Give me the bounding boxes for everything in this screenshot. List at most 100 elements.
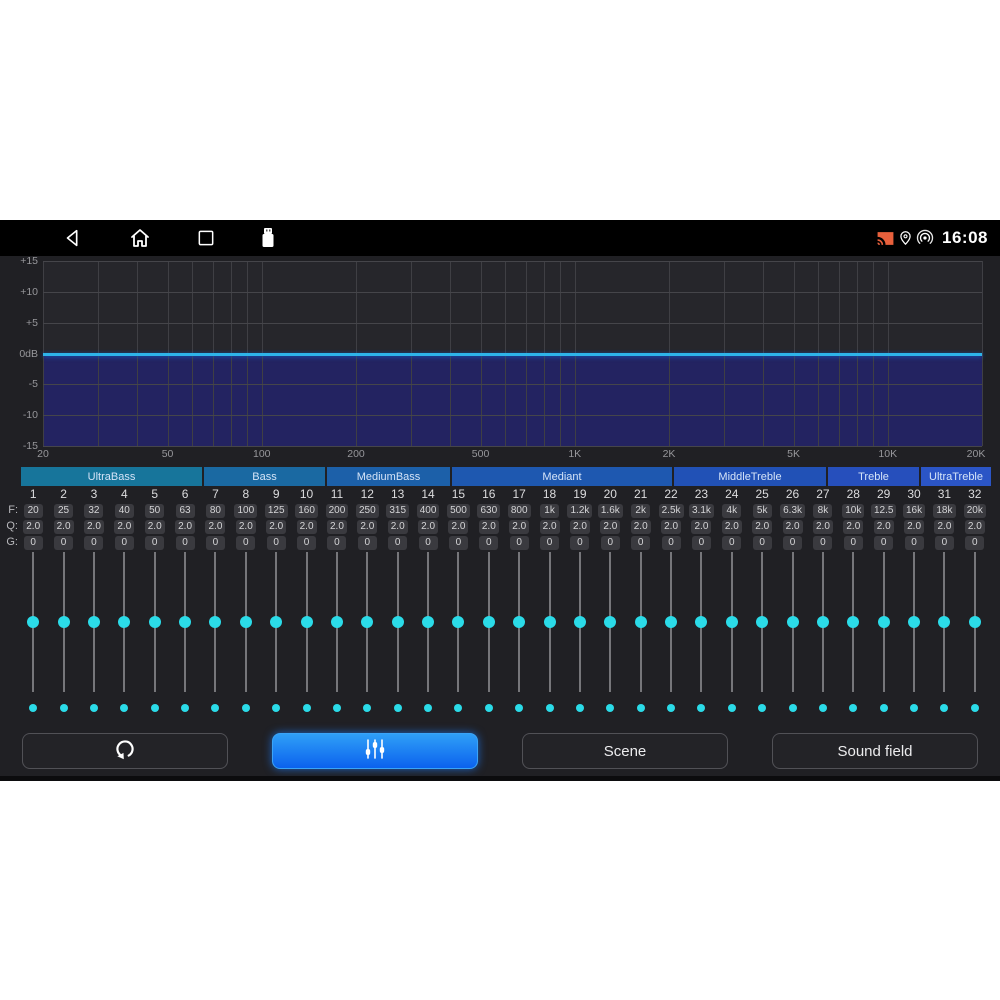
band-slider-25[interactable] — [747, 552, 777, 692]
q-chip-29[interactable]: 2.0 — [874, 520, 894, 534]
band-slider-29[interactable] — [869, 552, 899, 692]
q-chip-16[interactable]: 2.0 — [479, 520, 499, 534]
q-chip-23[interactable]: 2.0 — [691, 520, 711, 534]
band-slider-4[interactable] — [109, 552, 139, 692]
band-slider-11[interactable] — [322, 552, 352, 692]
gain-chip-15[interactable]: 0 — [449, 536, 468, 550]
band-slider-16[interactable] — [474, 552, 504, 692]
slider-handle-2[interactable] — [58, 616, 70, 628]
frequency-chip-25[interactable]: 5k — [753, 504, 772, 518]
band-slider-6[interactable] — [170, 552, 200, 692]
frequency-chip-12[interactable]: 250 — [356, 504, 379, 518]
slider-handle-21[interactable] — [635, 616, 647, 628]
gain-chip-12[interactable]: 0 — [358, 536, 377, 550]
slider-handle-19[interactable] — [574, 616, 586, 628]
band-slider-28[interactable] — [838, 552, 868, 692]
q-chip-32[interactable]: 2.0 — [965, 520, 985, 534]
slider-handle-24[interactable] — [726, 616, 738, 628]
slider-handle-28[interactable] — [847, 616, 859, 628]
slider-handle-3[interactable] — [88, 616, 100, 628]
back-icon[interactable] — [62, 227, 84, 249]
q-chip-17[interactable]: 2.0 — [509, 520, 529, 534]
q-chip-15[interactable]: 2.0 — [448, 520, 468, 534]
q-chip-24[interactable]: 2.0 — [722, 520, 742, 534]
frequency-chip-6[interactable]: 63 — [176, 504, 195, 518]
q-chip-14[interactable]: 2.0 — [418, 520, 438, 534]
slider-handle-32[interactable] — [969, 616, 981, 628]
gain-chip-26[interactable]: 0 — [783, 536, 802, 550]
q-chip-21[interactable]: 2.0 — [631, 520, 651, 534]
slider-handle-16[interactable] — [483, 616, 495, 628]
q-chip-22[interactable]: 2.0 — [661, 520, 681, 534]
q-chip-30[interactable]: 2.0 — [904, 520, 924, 534]
band-slider-26[interactable] — [777, 552, 807, 692]
q-chip-28[interactable]: 2.0 — [843, 520, 863, 534]
q-chip-25[interactable]: 2.0 — [752, 520, 772, 534]
gain-chip-19[interactable]: 0 — [570, 536, 589, 550]
frequency-chip-27[interactable]: 8k — [813, 504, 832, 518]
q-chip-8[interactable]: 2.0 — [236, 520, 256, 534]
slider-handle-20[interactable] — [604, 616, 616, 628]
band-slider-24[interactable] — [717, 552, 747, 692]
gain-chip-3[interactable]: 0 — [84, 536, 103, 550]
recents-icon[interactable] — [196, 228, 216, 248]
q-chip-20[interactable]: 2.0 — [600, 520, 620, 534]
frequency-chip-26[interactable]: 6.3k — [780, 504, 805, 518]
band-slider-31[interactable] — [929, 552, 959, 692]
frequency-chip-1[interactable]: 20 — [24, 504, 43, 518]
frequency-chip-9[interactable]: 125 — [265, 504, 288, 518]
gain-chip-24[interactable]: 0 — [722, 536, 741, 550]
gain-chip-17[interactable]: 0 — [510, 536, 529, 550]
gain-chip-29[interactable]: 0 — [874, 536, 893, 550]
frequency-chip-24[interactable]: 4k — [722, 504, 741, 518]
frequency-chip-32[interactable]: 20k — [964, 504, 986, 518]
slider-handle-9[interactable] — [270, 616, 282, 628]
q-chip-18[interactable]: 2.0 — [540, 520, 560, 534]
frequency-chip-13[interactable]: 315 — [386, 504, 409, 518]
gain-chip-11[interactable]: 0 — [327, 536, 346, 550]
gain-chip-13[interactable]: 0 — [388, 536, 407, 550]
slider-handle-31[interactable] — [938, 616, 950, 628]
gain-chip-5[interactable]: 0 — [145, 536, 164, 550]
gain-chip-23[interactable]: 0 — [692, 536, 711, 550]
slider-handle-30[interactable] — [908, 616, 920, 628]
gain-chip-22[interactable]: 0 — [662, 536, 681, 550]
frequency-chip-20[interactable]: 1.6k — [598, 504, 623, 518]
gain-chip-10[interactable]: 0 — [297, 536, 316, 550]
band-slider-1[interactable] — [18, 552, 48, 692]
slider-handle-27[interactable] — [817, 616, 829, 628]
gain-chip-30[interactable]: 0 — [905, 536, 924, 550]
gain-chip-2[interactable]: 0 — [54, 536, 73, 550]
band-slider-23[interactable] — [686, 552, 716, 692]
frequency-chip-15[interactable]: 500 — [447, 504, 470, 518]
q-chip-4[interactable]: 2.0 — [114, 520, 134, 534]
frequency-chip-5[interactable]: 50 — [145, 504, 164, 518]
gain-chip-14[interactable]: 0 — [419, 536, 438, 550]
gain-chip-9[interactable]: 0 — [267, 536, 286, 550]
frequency-chip-4[interactable]: 40 — [115, 504, 134, 518]
slider-handle-11[interactable] — [331, 616, 343, 628]
frequency-chip-10[interactable]: 160 — [295, 504, 318, 518]
slider-handle-4[interactable] — [118, 616, 130, 628]
band-slider-15[interactable] — [443, 552, 473, 692]
frequency-chip-7[interactable]: 80 — [206, 504, 225, 518]
band-slider-8[interactable] — [231, 552, 261, 692]
q-chip-13[interactable]: 2.0 — [388, 520, 408, 534]
q-chip-2[interactable]: 2.0 — [54, 520, 74, 534]
scene-button[interactable]: Scene — [522, 733, 728, 769]
band-slider-5[interactable] — [140, 552, 170, 692]
band-slider-13[interactable] — [383, 552, 413, 692]
eq-button[interactable] — [272, 733, 478, 769]
q-chip-10[interactable]: 2.0 — [297, 520, 317, 534]
band-slider-27[interactable] — [808, 552, 838, 692]
band-slider-32[interactable] — [960, 552, 990, 692]
frequency-chip-11[interactable]: 200 — [326, 504, 349, 518]
gain-chip-8[interactable]: 0 — [236, 536, 255, 550]
home-icon[interactable] — [128, 226, 152, 250]
slider-handle-22[interactable] — [665, 616, 677, 628]
frequency-chip-23[interactable]: 3.1k — [689, 504, 714, 518]
q-chip-19[interactable]: 2.0 — [570, 520, 590, 534]
band-slider-12[interactable] — [352, 552, 382, 692]
q-chip-9[interactable]: 2.0 — [266, 520, 286, 534]
band-slider-7[interactable] — [200, 552, 230, 692]
